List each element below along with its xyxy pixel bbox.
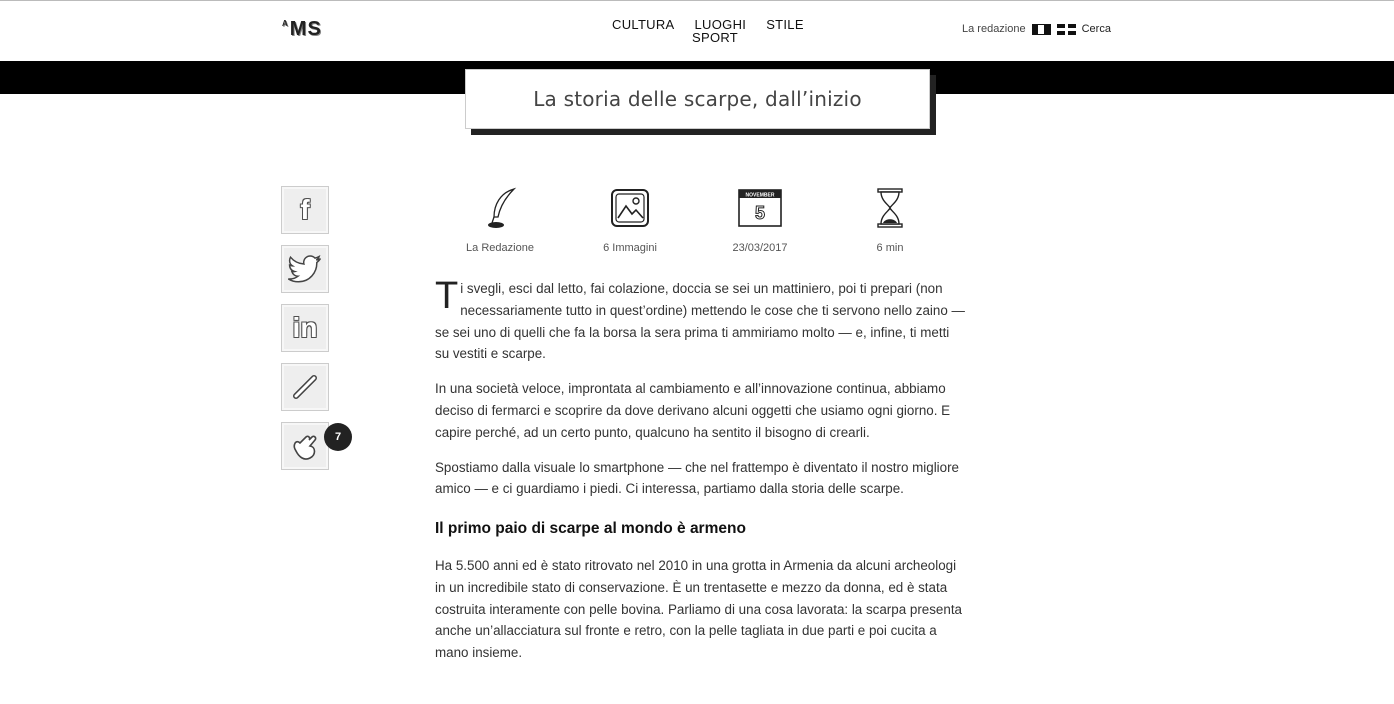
share-twitter-button[interactable] — [281, 245, 329, 293]
paragraph: In una società veloce, improntata al cam… — [435, 381, 951, 440]
main-nav: CULTURA LUOGHI STILE SPORT — [612, 18, 812, 44]
paragraph: Spostiamo dalla visuale lo smartphone — … — [435, 459, 959, 497]
linkedin-icon: in — [292, 312, 318, 343]
clap-button[interactable] — [281, 422, 329, 470]
article-title: La storia delle scarpe, dall’inizio — [533, 87, 862, 111]
image-icon — [608, 186, 652, 230]
paragraph-intro-text: i svegli, esci dal letto, fai colazione,… — [435, 281, 965, 362]
meta-read-time-label: 6 min — [876, 242, 904, 254]
meta-author-label: La Redazione — [466, 242, 534, 254]
nav-item-sport[interactable]: SPORT — [692, 31, 738, 44]
calendar-month: NOVEMBER — [746, 193, 775, 199]
site-logo[interactable]: A MS — [282, 18, 322, 40]
header-utilities: La redazione Cerca — [962, 23, 1111, 35]
meta-date-label: 23/03/2017 — [732, 242, 788, 254]
clap-icon — [293, 435, 317, 460]
meta-read-time: 6 min — [825, 186, 955, 254]
hourglass-icon — [868, 186, 912, 230]
dropcap: T — [435, 275, 459, 317]
paragraph: Ha 5.500 anni ed è stato ritrovato nel 2… — [435, 557, 962, 661]
uk-flag-icon[interactable] — [1056, 23, 1076, 35]
site-header: A MS CULTURA LUOGHI STILE SPORT La redaz… — [0, 0, 1394, 61]
facebook-icon: f — [300, 194, 310, 225]
article-body: Ti svegli, esci dal letto, fai colazione… — [435, 275, 965, 677]
share-bar: f in — [281, 186, 329, 481]
title-box: La storia delle scarpe, dall’inizio — [465, 69, 930, 129]
meta-images-label: 6 Immagini — [603, 242, 657, 254]
nav-item-stile[interactable]: STILE — [766, 18, 804, 31]
logo-text: MS — [289, 18, 322, 40]
twitter-icon — [288, 255, 322, 283]
search-link[interactable]: Cerca — [1082, 23, 1111, 35]
logo-sup: A — [282, 19, 289, 28]
meta-author: La Redazione — [435, 186, 565, 254]
calendar-day: 5 — [755, 203, 765, 223]
redazione-link[interactable]: La redazione — [962, 23, 1026, 35]
italian-flag-icon[interactable] — [1031, 23, 1051, 35]
paragraph-intro: Ti svegli, esci dal letto, fai colazione… — [435, 275, 965, 365]
calendar-icon: NOVEMBER 5 — [738, 186, 782, 230]
quill-icon — [478, 186, 522, 230]
meta-images: 6 Immagini — [565, 186, 695, 254]
clap-count-badge: 7 — [324, 423, 352, 451]
link-icon — [293, 375, 317, 399]
section-heading: Il primo paio di scarpe al mondo è armen… — [435, 520, 746, 538]
article-meta: La Redazione 6 Immagini NOVEMBER 5 23/03… — [435, 186, 955, 254]
nav-item-cultura[interactable]: CULTURA — [612, 18, 675, 31]
copy-link-button[interactable] — [281, 363, 329, 411]
meta-date: NOVEMBER 5 23/03/2017 — [695, 186, 825, 254]
share-facebook-button[interactable]: f — [281, 186, 329, 234]
share-linkedin-button[interactable]: in — [281, 304, 329, 352]
